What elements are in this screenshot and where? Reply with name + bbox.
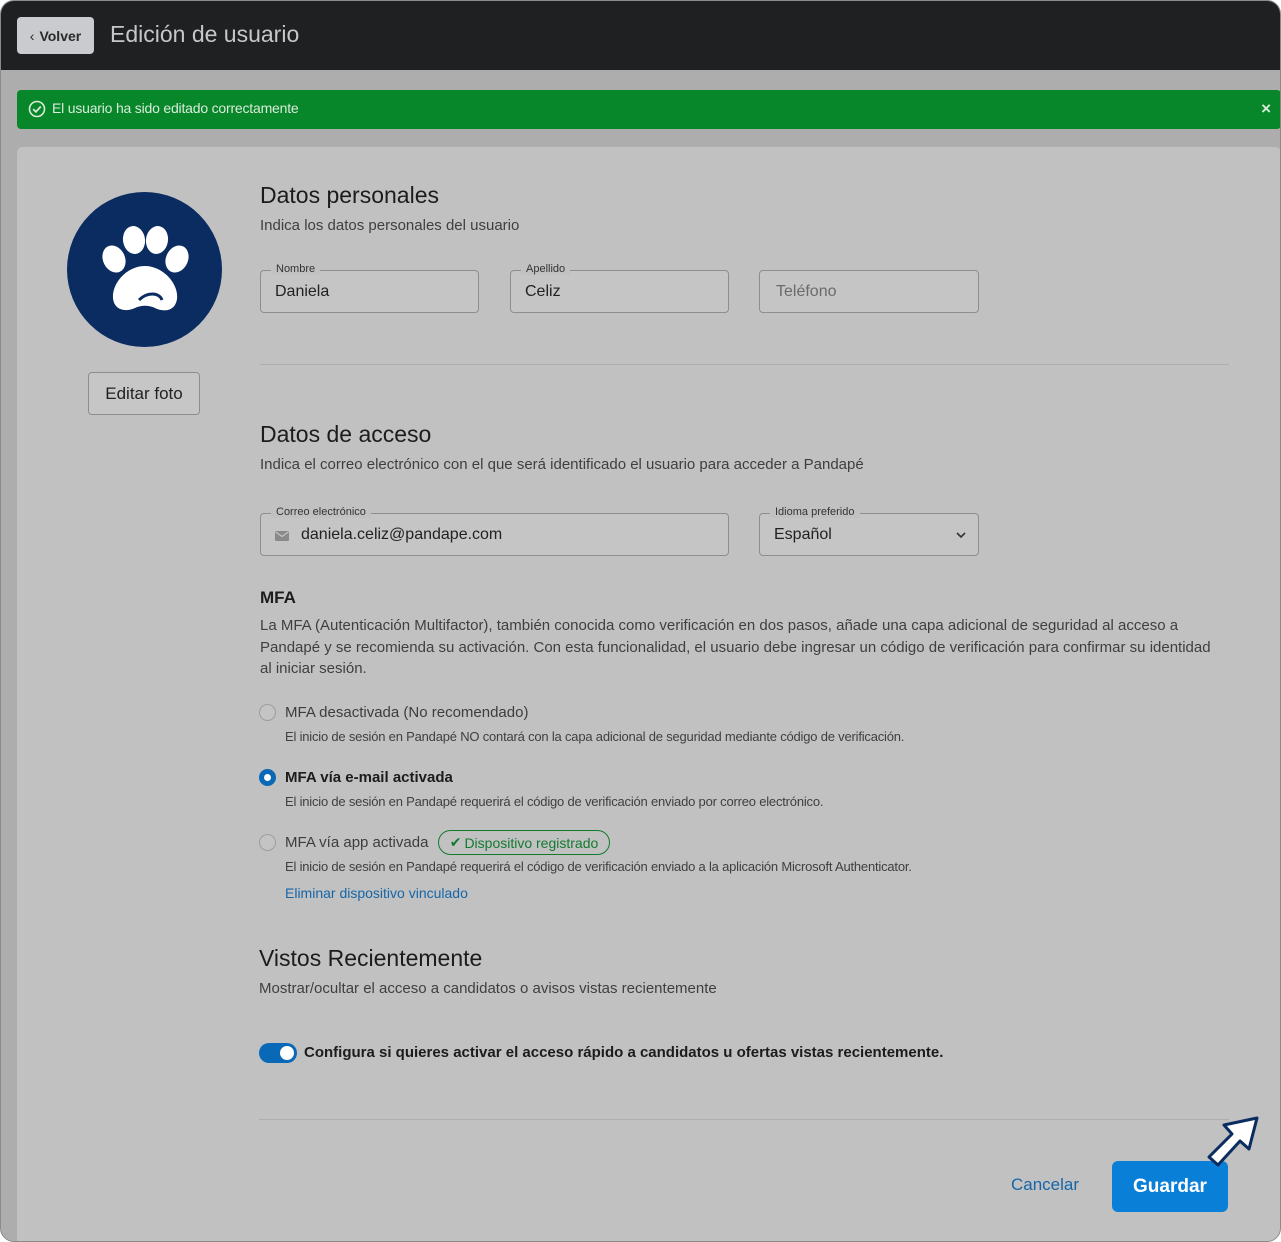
toggle-knob (280, 1046, 294, 1060)
recent-toggle-label: Configura si quieres activar el acceso r… (304, 1044, 944, 1061)
personal-data-title: Datos personales (260, 182, 439, 208)
language-label: Idioma preferido (770, 506, 860, 518)
remove-device-link[interactable]: Eliminar dispositivo vinculado (285, 885, 468, 901)
pointer-cursor-icon (1207, 1116, 1259, 1167)
avatar (67, 192, 222, 347)
chevron-left-icon: ‹ (29, 27, 35, 44)
access-data-title: Datos de acceso (260, 421, 432, 447)
access-data-subtitle: Indica el correo electrónico con el que … (260, 456, 864, 473)
personal-data-subtitle: Indica los datos personales del usuario (260, 217, 520, 234)
page-title: Edición de usuario (110, 21, 300, 47)
close-icon[interactable]: × (1261, 99, 1271, 119)
recent-title: Vistos Recientemente (259, 945, 483, 971)
back-button[interactable]: ‹ Volver (17, 17, 94, 54)
device-registered-badge: ✔ Dispositivo registrado (438, 830, 610, 855)
alert-message: El usuario ha sido editado correctamente (52, 100, 299, 116)
mfa-description: La MFA (Autenticación Multifactor), tamb… (260, 617, 1211, 677)
badge-label: Dispositivo registrado (464, 834, 599, 851)
check-circle-icon (28, 100, 46, 118)
mfa-email-radio[interactable] (259, 769, 276, 786)
back-button-label: Volver (39, 27, 82, 44)
last-name-value: Celiz (525, 283, 561, 300)
last-name-label: Apellido (521, 263, 571, 275)
recent-toggle[interactable] (259, 1043, 297, 1063)
mfa-email-desc: El inicio de sesión en Pandapé requerirá… (285, 794, 824, 809)
phone-field[interactable]: Teléfono (759, 270, 979, 313)
footer-divider (259, 1119, 1229, 1120)
language-select[interactable]: Idioma preferido Español (759, 506, 979, 556)
last-name-field[interactable]: Apellido Celiz (510, 263, 729, 313)
cancel-button[interactable]: Cancelar (1011, 1175, 1079, 1195)
recent-subtitle: Mostrar/ocultar el acceso a candidatos o… (259, 980, 717, 997)
envelope-icon (275, 531, 289, 541)
first-name-label: Nombre (271, 263, 321, 275)
email-label: Correo electrónico (271, 506, 371, 518)
email-field[interactable]: Correo electrónico daniela.celiz@pandape… (260, 506, 729, 556)
mfa-app-desc: El inicio de sesión en Pandapé requerirá… (285, 859, 912, 874)
chevron-down-icon (956, 532, 966, 539)
mfa-app-label[interactable]: MFA vía app activada (285, 834, 428, 851)
mfa-title: MFA (260, 588, 296, 607)
language-value: Español (774, 526, 832, 543)
app-window: ‹ Volver Edición de usuario El usuario h… (0, 0, 1281, 1242)
paw-icon (102, 226, 189, 311)
edit-photo-button[interactable]: Editar foto (88, 372, 200, 415)
checkmark-icon: ✔ (449, 834, 462, 850)
first-name-field[interactable]: Nombre Daniela (260, 263, 479, 313)
phone-placeholder: Teléfono (776, 283, 837, 300)
mfa-disabled-desc: El inicio de sesión en Pandapé NO contar… (285, 729, 905, 744)
section-divider (260, 364, 1229, 365)
success-alert: El usuario ha sido editado correctamente… (17, 90, 1280, 129)
top-bar: ‹ Volver Edición de usuario (1, 1, 1280, 70)
mfa-disabled-radio[interactable] (259, 704, 276, 721)
mfa-email-label[interactable]: MFA vía e-mail activada (285, 769, 453, 786)
first-name-value: Daniela (275, 283, 330, 300)
mfa-app-radio[interactable] (259, 834, 276, 851)
mfa-disabled-label[interactable]: MFA desactivada (No recomendado) (285, 704, 528, 721)
email-value: daniela.celiz@pandape.com (301, 526, 503, 543)
